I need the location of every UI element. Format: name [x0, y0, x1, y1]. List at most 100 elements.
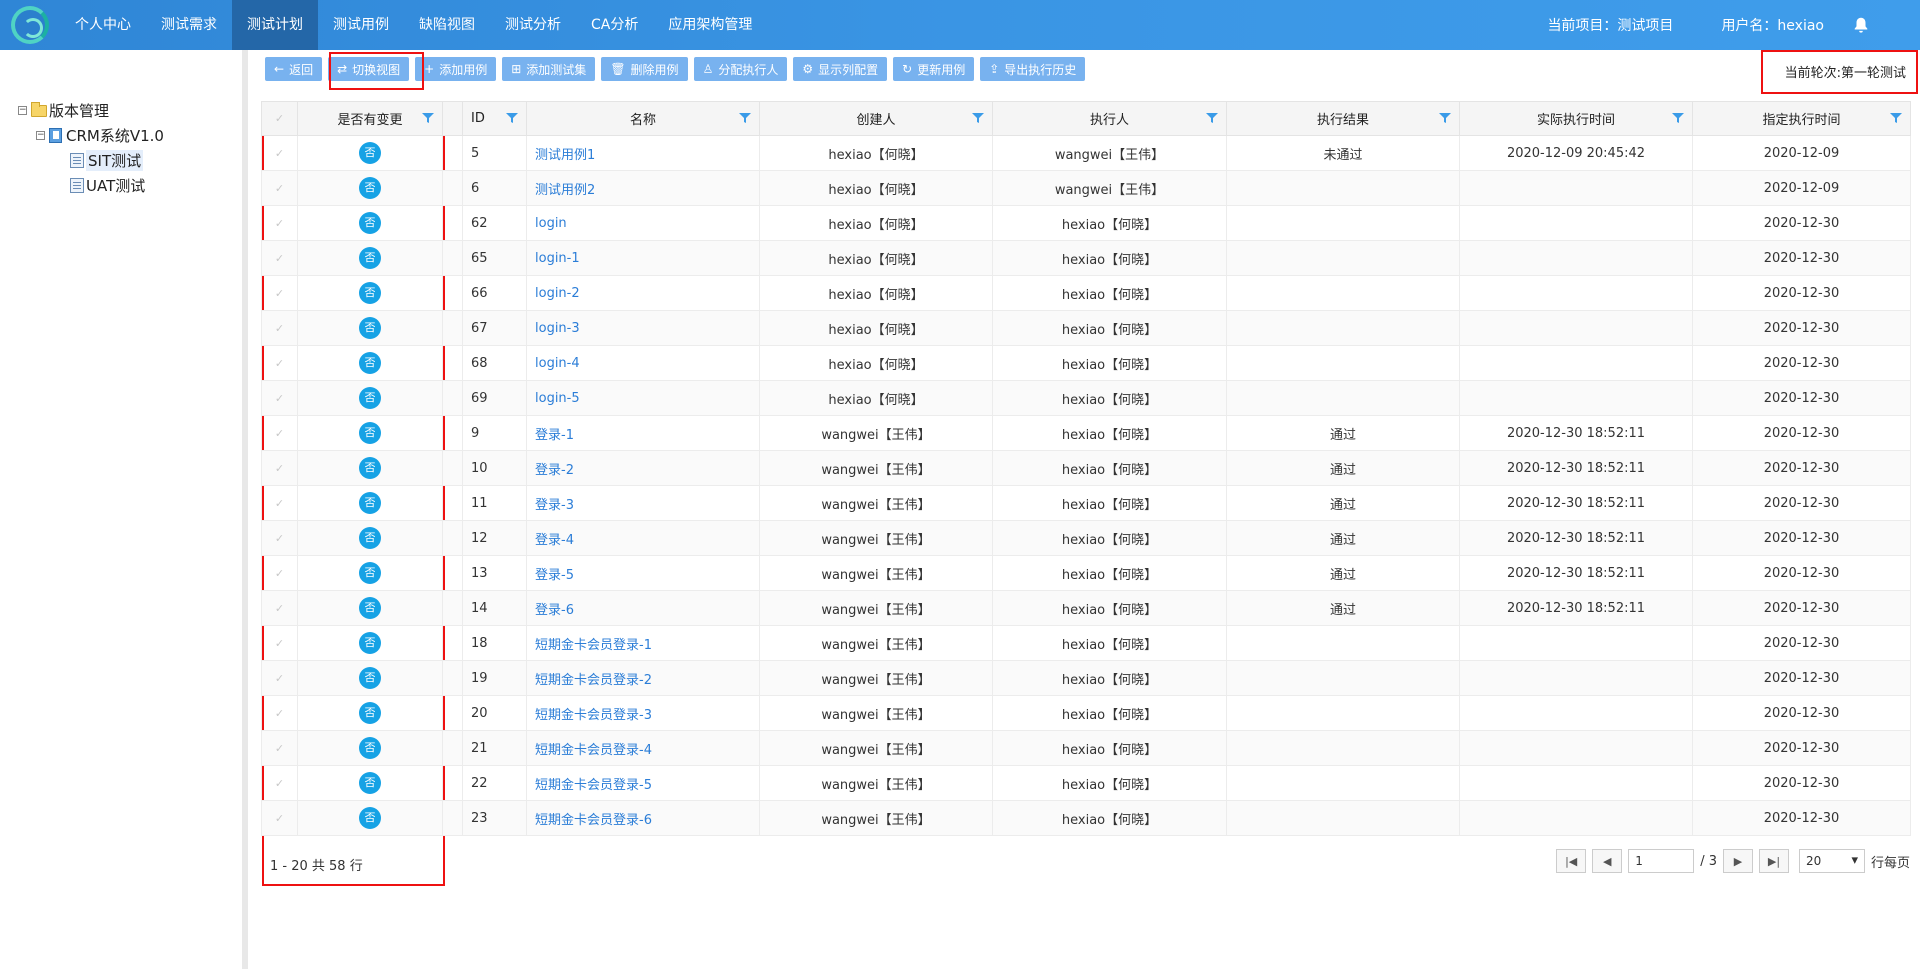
filter-icon[interactable]: [1206, 113, 1218, 124]
filter-icon[interactable]: [972, 113, 984, 124]
case-name-link[interactable]: login: [526, 205, 760, 241]
row-checkbox[interactable]: ✓: [261, 205, 298, 241]
table-row[interactable]: ✓ 否 18 短期金卡会员登录-1 wangwei【王伟】 hexiao【何晓】 2020-…: [261, 625, 1911, 661]
table-row[interactable]: ✓ 否 14 登录-6 wangwei【王伟】 hexiao【何晓】 通过 2020-12-3…: [261, 590, 1911, 626]
case-name-link[interactable]: 测试用例2: [526, 170, 760, 206]
collapse-toggle-icon[interactable]: −: [36, 131, 45, 140]
table-row[interactable]: ✓ 否 12 登录-4 wangwei【王伟】 hexiao【何晓】 通过 2020-12-3…: [261, 520, 1911, 556]
table-row[interactable]: ✓ 否 20 短期金卡会员登录-3 wangwei【王伟】 hexiao【何晓】 2020-…: [261, 695, 1911, 731]
table-row[interactable]: ✓ 否 65 login-1 hexiao【何晓】 hexiao【何晓】 2020-12-3…: [261, 240, 1911, 276]
table-row[interactable]: ✓ 否 22 短期金卡会员登录-5 wangwei【王伟】 hexiao【何晓】 2020-…: [261, 765, 1911, 801]
nav-item[interactable]: 测试用例: [318, 0, 404, 50]
filter-icon[interactable]: [422, 113, 434, 124]
row-checkbox[interactable]: ✓: [261, 170, 298, 206]
table-row[interactable]: ✓ 否 6 测试用例2 hexiao【何晓】 wangwei【王伟】 2020-12-09: [261, 170, 1911, 206]
table-row[interactable]: ✓ 否 10 登录-2 wangwei【王伟】 hexiao【何晓】 通过 2020-12-3…: [261, 450, 1911, 486]
nav-item[interactable]: 测试需求: [146, 0, 232, 50]
toolbar-button[interactable]: ♙ 分配执行人: [693, 57, 788, 81]
row-checkbox[interactable]: ✓: [261, 485, 298, 521]
next-page-button[interactable]: ▶: [1722, 849, 1753, 873]
case-name-link[interactable]: login-1: [526, 240, 760, 276]
nav-item[interactable]: 测试计划: [232, 0, 318, 50]
filter-icon[interactable]: [1672, 113, 1684, 124]
case-name-link[interactable]: 短期金卡会员登录-6: [526, 800, 760, 836]
col-header-executor[interactable]: 执行人: [992, 101, 1227, 136]
case-name-link[interactable]: 短期金卡会员登录-2: [526, 660, 760, 696]
row-checkbox[interactable]: ✓: [261, 800, 298, 836]
toolbar-button[interactable]: + 添加用例: [415, 57, 497, 81]
row-checkbox[interactable]: ✓: [261, 590, 298, 626]
nav-item[interactable]: 个人中心: [60, 0, 146, 50]
filter-icon[interactable]: [1890, 113, 1902, 124]
page-number-input[interactable]: 1: [1628, 849, 1695, 873]
row-checkbox[interactable]: ✓: [261, 555, 298, 591]
col-header-changed[interactable]: 是否有变更: [297, 101, 443, 136]
collapse-toggle-icon[interactable]: −: [18, 106, 27, 115]
prev-page-button[interactable]: ◀: [1592, 849, 1623, 873]
tree-label-uat[interactable]: UAT测试: [86, 175, 145, 196]
nav-item[interactable]: 应用架构管理: [653, 0, 767, 50]
tree-node-version[interactable]: − CRM系统V1.0: [18, 123, 164, 148]
case-name-link[interactable]: 短期金卡会员登录-5: [526, 765, 760, 801]
table-row[interactable]: ✓ 否 21 短期金卡会员登录-4 wangwei【王伟】 hexiao【何晓】 2020-…: [261, 730, 1911, 766]
table-row[interactable]: ✓ 否 62 login hexiao【何晓】 hexiao【何晓】 2020-12-30: [261, 205, 1911, 241]
col-header-creator[interactable]: 创建人: [759, 101, 993, 136]
case-name-link[interactable]: 登录-3: [526, 485, 760, 521]
case-name-link[interactable]: login-2: [526, 275, 760, 311]
table-row[interactable]: ✓ 否 69 login-5 hexiao【何晓】 hexiao【何晓】 2020-12-3…: [261, 380, 1911, 416]
page-size-select[interactable]: 20: [1798, 849, 1865, 873]
col-header-name[interactable]: 名称: [526, 101, 760, 136]
case-name-link[interactable]: 登录-5: [526, 555, 760, 591]
case-name-link[interactable]: 登录-2: [526, 450, 760, 486]
last-page-button[interactable]: ▶|: [1758, 849, 1789, 873]
select-all-checkbox[interactable]: ✓: [261, 101, 298, 136]
case-name-link[interactable]: 短期金卡会员登录-1: [526, 625, 760, 661]
table-row[interactable]: ✓ 否 68 login-4 hexiao【何晓】 hexiao【何晓】 2020-12-3…: [261, 345, 1911, 381]
case-name-link[interactable]: login-5: [526, 380, 760, 416]
nav-item[interactable]: 测试分析: [490, 0, 576, 50]
table-row[interactable]: ✓ 否 19 短期金卡会员登录-2 wangwei【王伟】 hexiao【何晓】 2020-…: [261, 660, 1911, 696]
table-row[interactable]: ✓ 否 11 登录-3 wangwei【王伟】 hexiao【何晓】 通过 2020-12-3…: [261, 485, 1911, 521]
table-row[interactable]: ✓ 否 5 测试用例1 hexiao【何晓】 wangwei【王伟】 未通过 2020-12-…: [261, 135, 1911, 171]
row-checkbox[interactable]: ✓: [261, 345, 298, 381]
case-name-link[interactable]: 测试用例1: [526, 135, 760, 171]
case-name-link[interactable]: 登录-1: [526, 415, 760, 451]
col-header-actual-time[interactable]: 实际执行时间: [1459, 101, 1693, 136]
row-checkbox[interactable]: ✓: [261, 380, 298, 416]
row-checkbox[interactable]: ✓: [261, 695, 298, 731]
row-checkbox[interactable]: ✓: [261, 415, 298, 451]
filter-icon[interactable]: [506, 113, 518, 124]
filter-icon[interactable]: [1439, 113, 1451, 124]
table-row[interactable]: ✓ 否 67 login-3 hexiao【何晓】 hexiao【何晓】 2020-12-3…: [261, 310, 1911, 346]
nav-item[interactable]: CA分析: [576, 0, 653, 50]
app-logo[interactable]: [0, 0, 60, 50]
case-name-link[interactable]: 登录-4: [526, 520, 760, 556]
toolbar-button[interactable]: ⚙ 显示列配置: [793, 57, 888, 81]
row-checkbox[interactable]: ✓: [261, 240, 298, 276]
first-page-button[interactable]: |◀: [1556, 849, 1587, 873]
table-row[interactable]: ✓ 否 66 login-2 hexiao【何晓】 hexiao【何晓】 2020-12-3…: [261, 275, 1911, 311]
col-header-id[interactable]: ID: [462, 101, 527, 136]
filter-icon[interactable]: [739, 113, 751, 124]
toolbar-button[interactable]: ⊞ 添加测试集: [502, 57, 596, 81]
row-checkbox[interactable]: ✓: [261, 765, 298, 801]
toolbar-button[interactable]: 🗑 删除用例: [601, 57, 688, 81]
table-row[interactable]: ✓ 否 13 登录-5 wangwei【王伟】 hexiao【何晓】 通过 2020-12-3…: [261, 555, 1911, 591]
col-header-result[interactable]: 执行结果: [1226, 101, 1460, 136]
bell-icon[interactable]: [1852, 16, 1870, 34]
row-checkbox[interactable]: ✓: [261, 310, 298, 346]
row-checkbox[interactable]: ✓: [261, 450, 298, 486]
tree-node-root[interactable]: − 版本管理: [18, 98, 164, 123]
toolbar-button[interactable]: ↻ 更新用例: [893, 57, 975, 81]
case-name-link[interactable]: login-4: [526, 345, 760, 381]
nav-item[interactable]: 缺陷视图: [404, 0, 490, 50]
row-checkbox[interactable]: ✓: [261, 625, 298, 661]
table-row[interactable]: ✓ 否 23 短期金卡会员登录-6 wangwei【王伟】 hexiao【何晓】 2020-…: [261, 800, 1911, 836]
row-checkbox[interactable]: ✓: [261, 730, 298, 766]
case-name-link[interactable]: 短期金卡会员登录-3: [526, 695, 760, 731]
tree-label-sit[interactable]: SIT测试: [86, 150, 144, 171]
case-name-link[interactable]: 登录-6: [526, 590, 760, 626]
case-name-link[interactable]: 短期金卡会员登录-4: [526, 730, 760, 766]
table-row[interactable]: ✓ 否 9 登录-1 wangwei【王伟】 hexiao【何晓】 通过 2020-12-30…: [261, 415, 1911, 451]
tree-label-root[interactable]: 版本管理: [49, 100, 109, 121]
